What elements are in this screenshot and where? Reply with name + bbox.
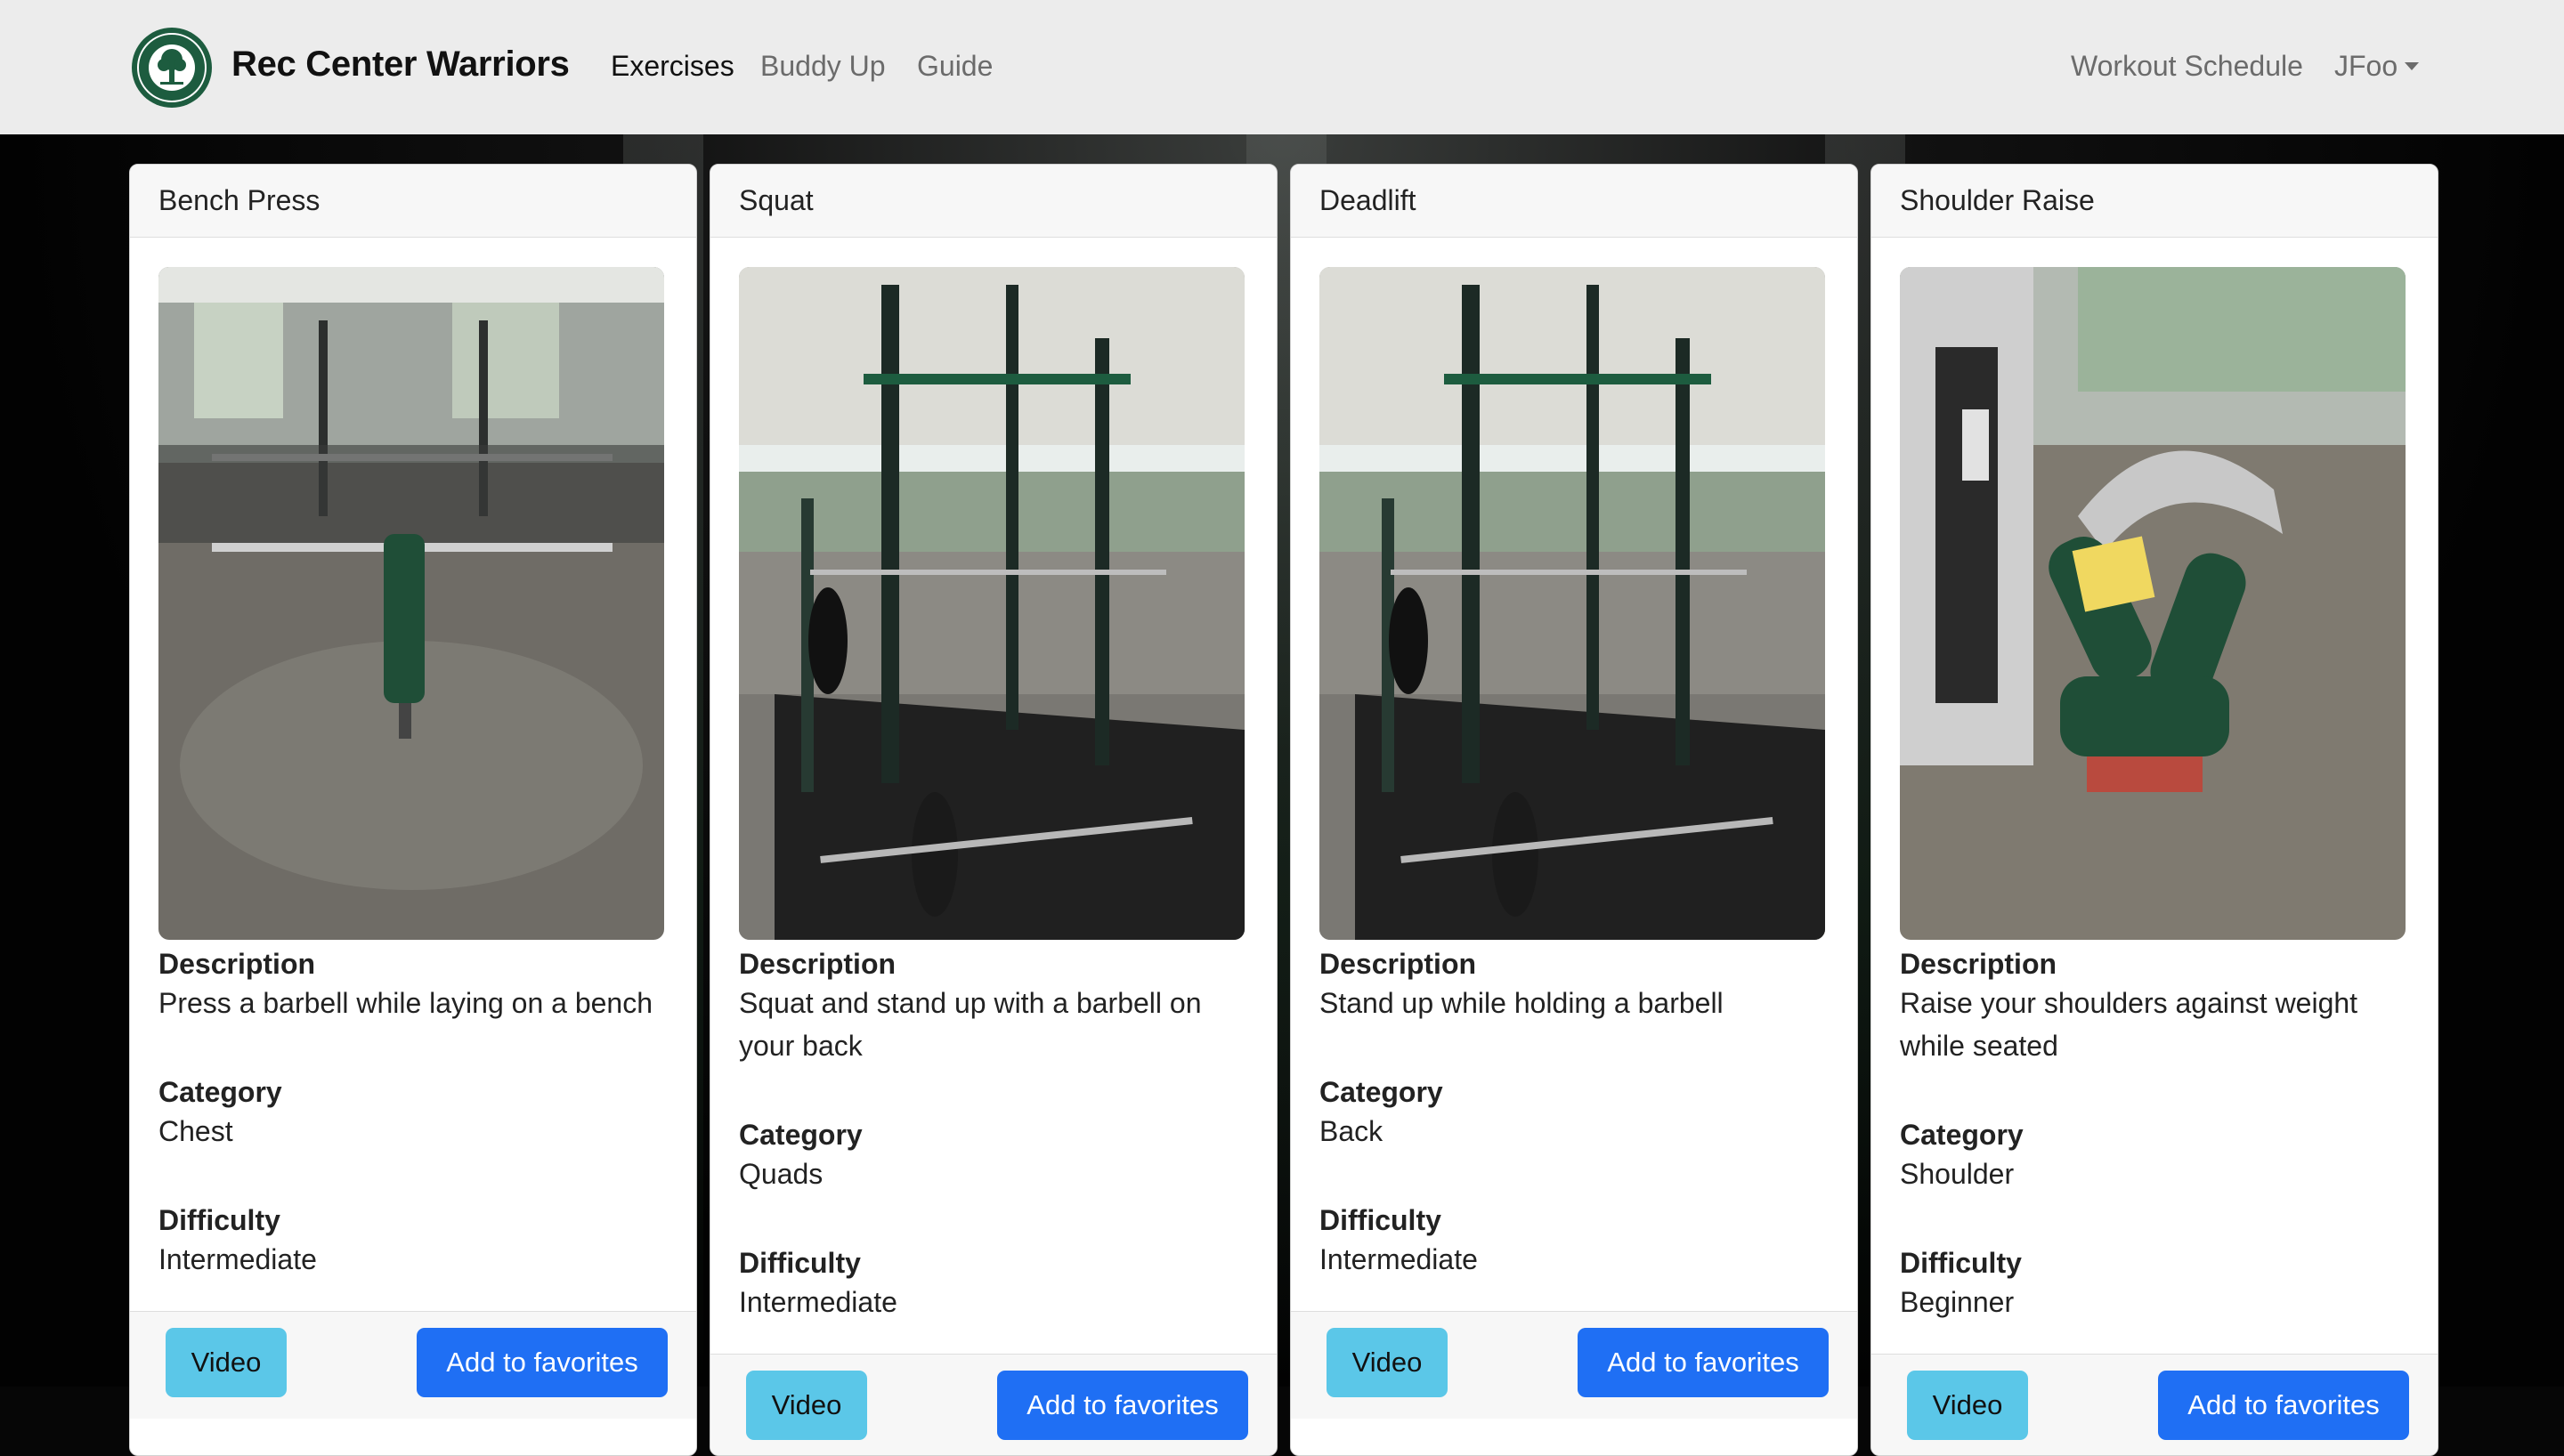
description-value: Squat and stand up with a barbell on you… <box>739 987 1202 1062</box>
nav-link-workout-schedule[interactable]: Workout Schedule <box>2071 50 2303 83</box>
card-footer: Video Add to favorites <box>130 1311 696 1419</box>
add-to-favorites-button[interactable]: Add to favorites <box>1578 1328 1829 1397</box>
exercise-card-squat: Squat Description Squat and stand up wit… <box>710 164 1278 1456</box>
exercise-card-deadlift: Deadlift Description Stand up while hold… <box>1290 164 1858 1456</box>
brand-title[interactable]: Rec Center Warriors <box>231 44 570 85</box>
card-title: Bench Press <box>130 165 696 238</box>
nav-link-buddy-up[interactable]: Buddy Up <box>760 50 886 83</box>
description-label: Description <box>1319 948 1477 980</box>
category-label: Category <box>1900 1119 2024 1151</box>
description-value: Raise your shoulders against weight whil… <box>1900 987 2358 1062</box>
description-value: Press a barbell while laying on a bench <box>158 987 653 1019</box>
description-label: Description <box>158 948 316 980</box>
category-value: Chest <box>158 1115 233 1147</box>
navbar: Rec Center Warriors Exercises Buddy Up G… <box>0 0 2564 134</box>
exercise-card-bench-press: Bench Press Description Press a barbell … <box>129 164 697 1456</box>
caret-down-icon <box>2405 62 2420 70</box>
difficulty-value: Beginner <box>1900 1286 2015 1318</box>
user-menu-dropdown[interactable]: JFoo <box>2334 50 2420 83</box>
bench-press-photo <box>158 267 664 940</box>
category-value: Back <box>1319 1115 1383 1147</box>
video-button[interactable]: Video <box>746 1371 867 1440</box>
video-button[interactable]: Video <box>1907 1371 2028 1440</box>
category-value: Shoulder <box>1900 1158 2015 1190</box>
description-value: Stand up while holding a barbell <box>1319 987 1724 1019</box>
nav-link-guide[interactable]: Guide <box>917 50 993 83</box>
difficulty-label: Difficulty <box>1900 1247 2022 1279</box>
category-label: Category <box>739 1119 863 1151</box>
category-label: Category <box>158 1076 282 1108</box>
nav-link-exercises[interactable]: Exercises <box>611 50 734 83</box>
card-footer: Video Add to favorites <box>1291 1311 1857 1419</box>
description-label: Description <box>1900 948 2057 980</box>
add-to-favorites-button[interactable]: Add to favorites <box>417 1328 668 1397</box>
difficulty-value: Intermediate <box>158 1243 317 1275</box>
difficulty-value: Intermediate <box>739 1286 897 1318</box>
user-menu-label: JFoo <box>2334 50 2398 82</box>
deadlift-photo <box>1319 267 1825 940</box>
add-to-favorites-button[interactable]: Add to favorites <box>997 1371 1248 1440</box>
difficulty-label: Difficulty <box>158 1204 280 1236</box>
shoulder-raise-photo <box>1900 267 2406 940</box>
difficulty-value: Intermediate <box>1319 1243 1478 1275</box>
category-value: Quads <box>739 1158 824 1190</box>
add-to-favorites-button[interactable]: Add to favorites <box>2158 1371 2409 1440</box>
category-label: Category <box>1319 1076 1443 1108</box>
difficulty-label: Difficulty <box>739 1247 861 1279</box>
card-title: Shoulder Raise <box>1871 165 2438 238</box>
video-button[interactable]: Video <box>1327 1328 1448 1397</box>
card-title: Squat <box>710 165 1277 238</box>
card-title: Deadlift <box>1291 165 1857 238</box>
card-footer: Video Add to favorites <box>1871 1354 2438 1455</box>
squat-photo <box>739 267 1245 940</box>
card-footer: Video Add to favorites <box>710 1354 1277 1455</box>
video-button[interactable]: Video <box>166 1328 287 1397</box>
description-label: Description <box>739 948 897 980</box>
difficulty-label: Difficulty <box>1319 1204 1441 1236</box>
rec-center-logo-icon[interactable] <box>130 26 214 109</box>
exercise-card-shoulder-raise: Shoulder Raise Description Raise your sh… <box>1870 164 2438 1456</box>
